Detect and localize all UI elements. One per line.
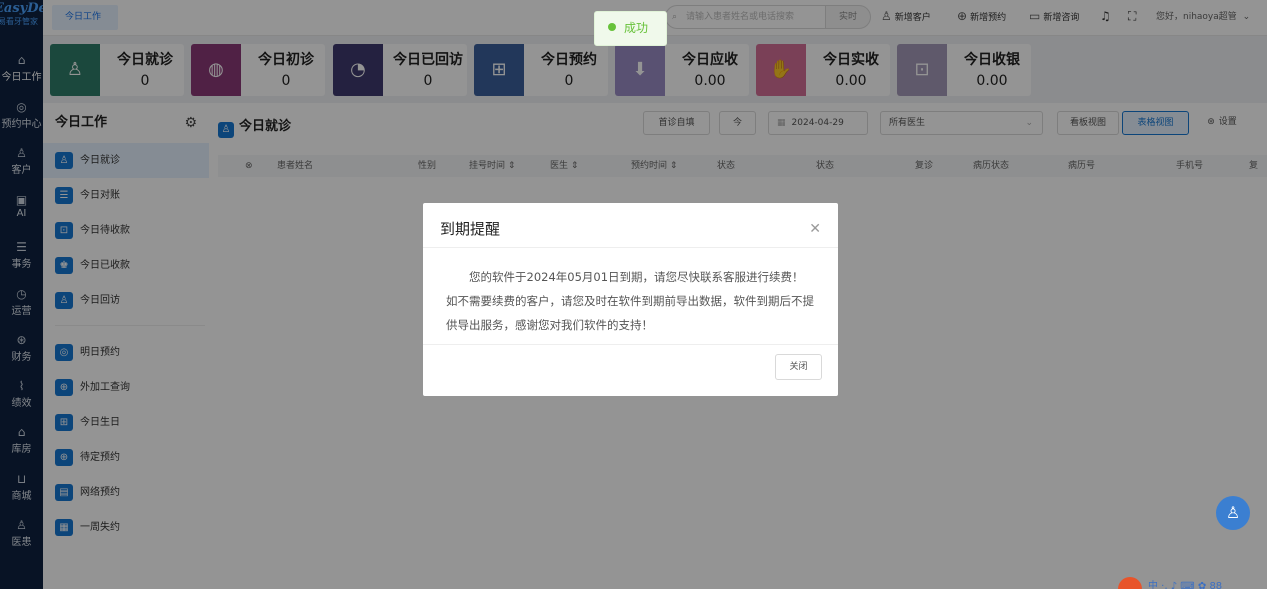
- dialog-title: 到期提醒: [440, 220, 501, 238]
- close-button[interactable]: 关闭: [775, 354, 822, 380]
- success-toast: 成功: [594, 11, 667, 46]
- expiry-reminder-dialog: 到期提醒 ✕ 您的软件于2024年05月01日到期，请您尽快联系客服进行续费！如…: [423, 203, 838, 396]
- dialog-header: 到期提醒 ✕: [423, 203, 838, 248]
- user-icon: ♙: [1225, 503, 1241, 522]
- input-method-bar[interactable]: 中 ·, ♪ ⌨ ✿ 88: [1118, 577, 1267, 589]
- ime-logo-icon: [1118, 577, 1142, 589]
- toast-text: 成功: [624, 21, 649, 35]
- success-icon: [608, 23, 616, 31]
- support-avatar-button[interactable]: ♙: [1216, 496, 1250, 530]
- close-icon[interactable]: ✕: [809, 203, 821, 255]
- dialog-body: 您的软件于2024年05月01日到期，请您尽快联系客服进行续费！如不需要续费的客…: [423, 248, 838, 345]
- ime-status: 中 ·, ♪ ⌨ ✿ 88: [1148, 581, 1223, 589]
